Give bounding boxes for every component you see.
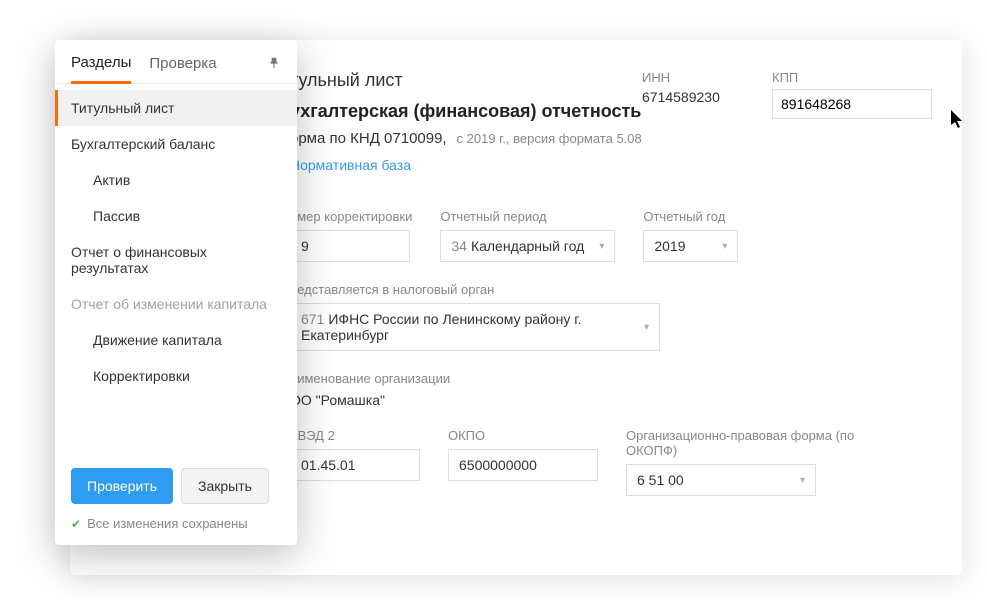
report-title: ухгалтерская (финансовая) отчетность — [290, 101, 642, 122]
tab-check[interactable]: Проверка — [149, 55, 216, 82]
sidebar-item-capital-move[interactable]: Движение капитала — [55, 322, 297, 358]
sidebar-tabs: Разделы Проверка — [55, 40, 297, 84]
normative-link[interactable]: Нормативная база — [290, 157, 411, 173]
header-right: ИНН 6714589230 КПП — [642, 70, 932, 119]
okopf-label: Организационно-правовая форма (по ОКОПФ) — [626, 428, 876, 458]
row-1: омер корректировки Отчетный период 34Кал… — [290, 209, 932, 262]
period-select[interactable]: 34Календарный год ▾ — [440, 230, 615, 262]
year-field: Отчетный год 2019 ▾ — [643, 209, 738, 262]
year-select[interactable]: 2019 ▾ — [643, 230, 738, 262]
save-status-text: Все изменения сохранены — [87, 516, 248, 531]
sidebar: Разделы Проверка Титульный лист Бухгалте… — [55, 40, 297, 545]
chevron-down-icon: ▾ — [644, 322, 649, 333]
header-row: тульный лист ухгалтерская (финансовая) о… — [290, 70, 932, 173]
year-label: Отчетный год — [643, 209, 738, 224]
okved-input[interactable] — [290, 449, 420, 481]
period-field: Отчетный период 34Календарный год ▾ — [440, 209, 615, 262]
inn-label: ИНН — [642, 70, 742, 85]
sidebar-item-fin-results[interactable]: Отчет о финансовых результатах — [55, 234, 297, 286]
okved-label: КВЭД 2 — [290, 428, 420, 443]
sidebar-item-active[interactable]: Актив — [55, 162, 297, 198]
form-section: омер корректировки Отчетный период 34Кал… — [290, 209, 932, 496]
inn-value: 6714589230 — [642, 89, 742, 105]
chevron-down-icon: ▾ — [599, 241, 604, 252]
okpo-input[interactable] — [448, 449, 598, 481]
form-code: орма по КНД 0710099, — [290, 130, 447, 147]
row-2: редставляется в налоговый орган 671ИФНС … — [290, 282, 932, 351]
tax-auth-field: редставляется в налоговый орган 671ИФНС … — [290, 282, 660, 351]
tab-sections[interactable]: Разделы — [71, 54, 131, 84]
check-icon: ✔ — [71, 517, 81, 531]
kpp-field: КПП — [772, 70, 932, 119]
kpp-input[interactable] — [772, 89, 932, 119]
save-status: ✔ Все изменения сохранены — [71, 516, 281, 531]
row-3: аименование организации ОО "Ромашка" — [290, 371, 932, 408]
form-code-line: орма по КНД 0710099, с 2019 г., версия ф… — [290, 130, 642, 147]
org-field: аименование организации ОО "Ромашка" — [290, 371, 450, 408]
org-name: ОО "Ромашка" — [290, 392, 450, 408]
sidebar-item-title-page[interactable]: Титульный лист — [55, 90, 297, 126]
okopf-field: Организационно-правовая форма (по ОКОПФ)… — [626, 428, 876, 496]
inn-field: ИНН 6714589230 — [642, 70, 742, 119]
kpp-label: КПП — [772, 70, 932, 85]
sidebar-footer: Проверить Закрыть ✔ Все изменения сохран… — [55, 454, 297, 545]
row-4: КВЭД 2 ОКПО Организационно-правовая форм… — [290, 428, 932, 496]
okpo-field: ОКПО — [448, 428, 598, 496]
tax-auth-label: редставляется в налоговый орган — [290, 282, 660, 297]
period-label: Отчетный период — [440, 209, 615, 224]
close-button[interactable]: Закрыть — [181, 468, 269, 504]
org-label: аименование организации — [290, 371, 450, 386]
tax-auth-select[interactable]: 671ИФНС России по Ленинскому району г. Е… — [290, 303, 660, 351]
sidebar-item-corrections[interactable]: Корректировки — [55, 358, 297, 394]
okpo-label: ОКПО — [448, 428, 598, 443]
correction-label: омер корректировки — [290, 209, 412, 224]
okopf-select[interactable]: 6 51 00 ▾ — [626, 464, 816, 496]
button-row: Проверить Закрыть — [71, 468, 281, 504]
correction-input[interactable] — [290, 230, 410, 262]
okved-field: КВЭД 2 — [290, 428, 420, 496]
header-left: тульный лист ухгалтерская (финансовая) о… — [290, 70, 642, 173]
page-title: тульный лист — [290, 70, 642, 91]
sidebar-item-balance[interactable]: Бухгалтерский баланс — [55, 126, 297, 162]
check-button[interactable]: Проверить — [71, 468, 173, 504]
sidebar-item-capital-change[interactable]: Отчет об изменении капитала — [55, 286, 297, 322]
form-version: с 2019 г., версия формата 5.08 — [457, 131, 642, 146]
sidebar-items: Титульный лист Бухгалтерский баланс Акти… — [55, 84, 297, 454]
sidebar-item-passive[interactable]: Пассив — [55, 198, 297, 234]
chevron-down-icon: ▾ — [722, 241, 727, 252]
correction-field: омер корректировки — [290, 209, 412, 262]
chevron-down-icon: ▾ — [800, 475, 805, 486]
pin-icon[interactable] — [267, 56, 281, 73]
